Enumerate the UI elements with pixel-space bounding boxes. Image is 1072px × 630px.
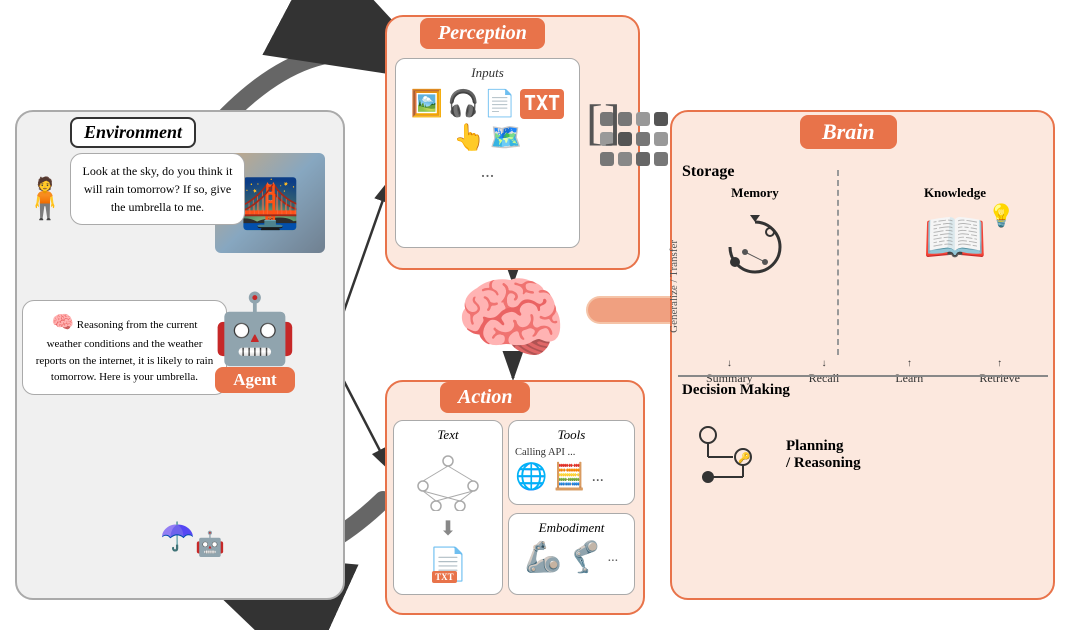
memory-box: Memory bbox=[690, 185, 820, 292]
memory-title: Memory bbox=[690, 185, 820, 201]
brain-divider bbox=[837, 170, 839, 355]
inputs-title: Inputs bbox=[402, 65, 573, 81]
text-action-box: Text ⬇ 📄 TXT bbox=[393, 420, 503, 595]
tools-title: Tools bbox=[515, 427, 628, 443]
network-graph-icon bbox=[408, 451, 488, 511]
tools-content: Calling API ... 🌐 🧮 ... bbox=[515, 447, 628, 492]
knowledge-box: Knowledge 📖 💡 bbox=[880, 185, 1030, 258]
planning-text: Planning / Reasoning bbox=[786, 438, 861, 472]
learn-action: ↑ Learn bbox=[895, 358, 923, 386]
action-title: Action bbox=[440, 382, 530, 413]
brain-center-icon: 🧠 bbox=[455, 275, 567, 365]
storage-label: Storage bbox=[682, 163, 734, 181]
text-down-arrow: ⬇ bbox=[400, 516, 496, 541]
agent-label: Agent bbox=[215, 367, 294, 393]
map-icon: 🗺️ bbox=[490, 123, 522, 153]
knowledge-title: Knowledge bbox=[880, 185, 1030, 201]
svg-text:🔑: 🔑 bbox=[738, 451, 751, 464]
embodiment-dots: ... bbox=[608, 550, 619, 566]
embodiment-icons: 🦾 🦿 ... bbox=[515, 540, 628, 575]
memory-icon-wrapper bbox=[715, 207, 795, 292]
inputs-icons: 🖼️ 🎧 📄 TXT 👆 🗺️ bbox=[402, 85, 573, 157]
inputs-dots: ... bbox=[402, 161, 573, 182]
encoder-box: [ ] bbox=[586, 100, 603, 145]
brain-title: Brain bbox=[800, 115, 897, 149]
agent-box: 🤖 Agent bbox=[195, 295, 315, 393]
generalize-label: Generalize / Transfer bbox=[668, 240, 680, 333]
learn-up-arrow: ↑ bbox=[895, 358, 923, 369]
user-speech-text: Look at the sky, do you think it will ra… bbox=[83, 164, 233, 214]
planning-flowchart-icon: 🔑 bbox=[688, 415, 768, 495]
recall-down-arrow: ↓ bbox=[809, 358, 840, 369]
summary-down-arrow: ↓ bbox=[706, 358, 753, 369]
retrieve-action: ↑ Retrieve bbox=[979, 358, 1020, 386]
agent-robot-icon: 🤖 bbox=[195, 295, 315, 363]
brain-horiz-divider bbox=[678, 375, 1048, 377]
recall-action: ↓ Recall bbox=[809, 358, 840, 386]
book-icon: 📖 bbox=[923, 210, 988, 267]
robot-arm2-icon: 🦿 bbox=[566, 540, 603, 575]
lightbulb-icon: 💡 bbox=[988, 203, 1015, 229]
recall-label: Recall bbox=[809, 371, 840, 385]
tools-icons: 🌐 🧮 ... bbox=[515, 462, 628, 492]
text-action-title: Text bbox=[400, 427, 496, 443]
memory-refresh-svg bbox=[715, 207, 795, 287]
umbrella-icon: ☂️ bbox=[160, 520, 195, 554]
touch-icon: 👆 bbox=[453, 123, 485, 153]
perception-title: Perception bbox=[420, 18, 545, 49]
document-icon: 📄 bbox=[484, 89, 516, 119]
audio-icon: 🎧 bbox=[447, 89, 479, 119]
embodiment-title: Embodiment bbox=[515, 520, 628, 536]
inputs-box: Inputs 🖼️ 🎧 📄 TXT 👆 🗺️ ... bbox=[395, 58, 580, 248]
image-icon: 🖼️ bbox=[411, 89, 443, 119]
user-speech-bubble: Look at the sky, do you think it will ra… bbox=[70, 153, 245, 225]
embodiment-box: Embodiment 🦾 🦿 ... bbox=[508, 513, 635, 595]
tools-sub-text: Calling API ... bbox=[515, 447, 575, 458]
diagram-container: Environment 🌉 Look at the sky, do you th… bbox=[0, 0, 1072, 630]
calculator-icon: 🧮 bbox=[553, 462, 585, 492]
robot-small-icon: 🤖 bbox=[195, 530, 225, 559]
learn-label: Learn bbox=[895, 371, 923, 385]
tools-dots: ... bbox=[592, 468, 604, 486]
encoder-row-3 bbox=[600, 152, 668, 166]
planning-label: Planning bbox=[786, 438, 861, 455]
close-bracket: ] bbox=[604, 100, 621, 145]
human-figure: 🧍 bbox=[20, 175, 70, 222]
reasoning-label: / Reasoning bbox=[786, 455, 861, 472]
retrieve-label: Retrieve bbox=[979, 371, 1020, 385]
txt-icon: TXT bbox=[520, 89, 564, 119]
environment-title: Environment bbox=[70, 117, 196, 148]
robot-arm-icon: 🦾 bbox=[525, 540, 562, 575]
retrieve-up-arrow: ↑ bbox=[979, 358, 1020, 369]
tools-action-box: Tools Calling API ... 🌐 🧮 ... bbox=[508, 420, 635, 505]
brain-box bbox=[670, 110, 1055, 600]
globe-icon: 🌐 bbox=[515, 462, 547, 492]
decision-label: Decision Making bbox=[682, 382, 790, 399]
planning-area: 🔑 Planning / Reasoning bbox=[678, 405, 1048, 505]
txt-document-icon: 📄 TXT bbox=[428, 545, 468, 583]
